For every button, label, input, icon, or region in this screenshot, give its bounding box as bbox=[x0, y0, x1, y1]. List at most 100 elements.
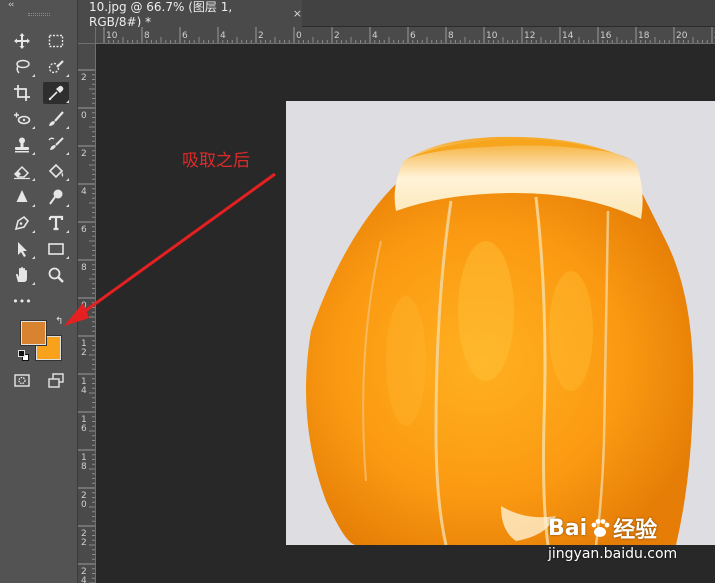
history-brush-tool[interactable] bbox=[43, 134, 69, 156]
ruler-label: 6 bbox=[410, 31, 416, 41]
type-tool[interactable] bbox=[43, 212, 69, 234]
crop-icon bbox=[14, 85, 30, 101]
document-canvas[interactable] bbox=[96, 45, 715, 583]
foreground-color-swatch[interactable] bbox=[20, 320, 47, 346]
ruler-label: 8 bbox=[448, 31, 454, 41]
type-icon bbox=[48, 215, 64, 231]
default-colors-icon[interactable] bbox=[18, 350, 29, 361]
ruler-label: 6 bbox=[81, 424, 87, 434]
eyedropper-tool[interactable] bbox=[43, 82, 69, 104]
watermark-logo: Bai 经验 bbox=[548, 512, 677, 544]
ruler-label: 14 bbox=[562, 31, 574, 41]
ruler-label: 4 bbox=[372, 31, 378, 41]
ruler-label: 8 bbox=[144, 31, 150, 41]
panel-grip[interactable] bbox=[28, 13, 50, 16]
orange-image bbox=[286, 101, 715, 545]
horizontal-ruler-ticks: 108642024681012141618202224 bbox=[103, 27, 715, 43]
spot-heal-tool[interactable] bbox=[9, 108, 35, 130]
document-tab-bar: 10.jpg @ 66.7% (图层 1, RGB/8#) * × bbox=[78, 0, 715, 29]
ruler-label: 2 bbox=[81, 348, 87, 358]
history-brush-icon bbox=[48, 137, 64, 150]
orange-photo bbox=[286, 101, 715, 545]
zoom-tool[interactable] bbox=[43, 264, 69, 286]
watermark-suffix: 经验 bbox=[613, 518, 658, 543]
path-select-tool[interactable] bbox=[9, 238, 35, 260]
ruler-label: 6 bbox=[81, 225, 87, 235]
ruler-label: 20 bbox=[676, 31, 688, 41]
dodge-tool[interactable] bbox=[43, 186, 69, 208]
ruler-label: 8 bbox=[81, 462, 87, 472]
baidu-watermark: Bai 经验 jingyan.baidu.com bbox=[548, 512, 678, 563]
watermark-url: jingyan.baidu.com bbox=[548, 546, 678, 562]
zoom-icon bbox=[48, 267, 64, 283]
marquee-tool[interactable] bbox=[43, 30, 69, 52]
horizontal-ruler[interactable]: 108642024681012141618202224 bbox=[96, 27, 715, 44]
ruler-label: 4 bbox=[220, 31, 226, 41]
ruler-label: 6 bbox=[182, 31, 188, 41]
eyedropper-icon bbox=[48, 85, 64, 101]
more-tools-icon[interactable]: ••• bbox=[9, 290, 35, 312]
brush-tool[interactable] bbox=[43, 108, 69, 130]
pen-icon bbox=[14, 215, 30, 231]
screen-mode-icon bbox=[48, 373, 64, 388]
blur-icon bbox=[16, 190, 28, 202]
collapse-panel-icon[interactable]: ‹‹ bbox=[8, 0, 14, 10]
ruler-label: 8 bbox=[81, 263, 87, 273]
quick-select-tool[interactable] bbox=[43, 56, 69, 78]
crop-tool[interactable] bbox=[9, 82, 35, 104]
eraser-icon bbox=[13, 165, 30, 180]
paw-icon bbox=[591, 519, 610, 537]
close-icon[interactable]: × bbox=[293, 7, 302, 20]
ruler-label: 2 bbox=[334, 31, 340, 41]
ruler-label: 0 bbox=[81, 111, 87, 121]
paint-bucket-icon bbox=[48, 163, 64, 179]
move-tool[interactable] bbox=[9, 30, 35, 52]
ruler-label: 0 bbox=[296, 31, 302, 41]
quick-mask-tool[interactable] bbox=[9, 370, 35, 392]
ruler-label: 2 bbox=[258, 31, 264, 41]
blur-tool[interactable] bbox=[9, 186, 35, 208]
ruler-label: 12 bbox=[524, 31, 535, 41]
ruler-label: 2 bbox=[81, 538, 87, 548]
ruler-label: 2 bbox=[81, 149, 87, 159]
annotation-text: 吸取之后 bbox=[182, 151, 250, 171]
vertical-ruler-ticks: 202468012141618202224 bbox=[78, 69, 95, 583]
spot-heal-icon bbox=[14, 112, 31, 125]
screen-mode-tool[interactable] bbox=[43, 370, 69, 392]
pen-tool[interactable] bbox=[9, 212, 35, 234]
move-icon bbox=[14, 33, 30, 49]
hand-tool[interactable] bbox=[9, 264, 35, 286]
quick-mask-icon bbox=[14, 374, 30, 387]
ruler-label: 2 bbox=[81, 73, 87, 83]
rectangle-icon bbox=[48, 243, 64, 255]
ruler-label: 0 bbox=[81, 500, 87, 510]
brush-icon bbox=[49, 111, 64, 126]
dodge-icon bbox=[49, 189, 63, 205]
rectangle-tool[interactable] bbox=[43, 238, 69, 260]
lasso-icon bbox=[16, 59, 30, 74]
document-tab-title: 10.jpg @ 66.7% (图层 1, RGB/8#) * bbox=[89, 0, 233, 29]
path-select-icon bbox=[18, 242, 27, 257]
ruler-origin[interactable] bbox=[78, 27, 96, 44]
ruler-label: 10 bbox=[106, 31, 118, 41]
ruler-label: 4 bbox=[81, 386, 87, 396]
ruler-label: 0 bbox=[81, 301, 87, 311]
ruler-label: 4 bbox=[81, 187, 87, 197]
ruler-label: 18 bbox=[638, 31, 650, 41]
document-tab[interactable]: 10.jpg @ 66.7% (图层 1, RGB/8#) * × bbox=[78, 0, 302, 29]
vertical-ruler[interactable]: 202468012141618202224 bbox=[78, 44, 96, 583]
hand-icon bbox=[16, 267, 27, 282]
stamp-icon bbox=[15, 137, 29, 153]
swap-colors-icon[interactable]: ↰ bbox=[55, 316, 63, 327]
lasso-tool[interactable] bbox=[9, 56, 35, 78]
paint-bucket-tool[interactable] bbox=[43, 160, 69, 182]
ruler-label: 4 bbox=[81, 576, 87, 583]
ruler-label: 10 bbox=[486, 31, 498, 41]
quick-select-icon bbox=[48, 60, 64, 74]
marquee-icon bbox=[48, 34, 64, 48]
stamp-tool[interactable] bbox=[9, 134, 35, 156]
watermark-brand: Bai bbox=[548, 515, 588, 541]
eraser-tool[interactable] bbox=[9, 160, 35, 182]
ruler-label: 16 bbox=[600, 31, 612, 41]
tools-panel: ‹‹ ••• ↰ bbox=[0, 0, 78, 583]
